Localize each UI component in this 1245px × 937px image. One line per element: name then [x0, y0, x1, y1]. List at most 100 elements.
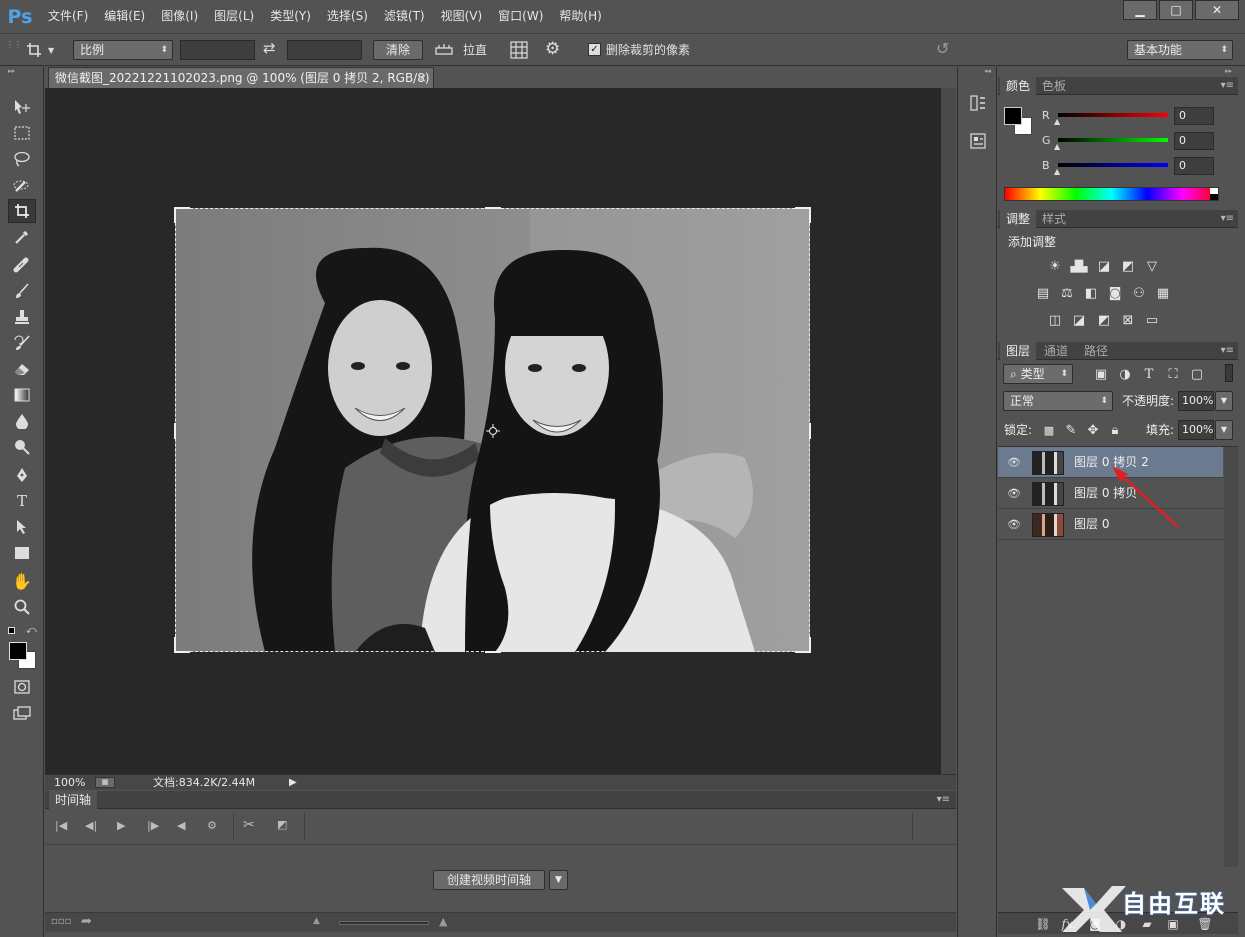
- crop-handle-bottom-right[interactable]: [795, 637, 811, 653]
- filter-smart-object-icon[interactable]: ▢: [1188, 366, 1206, 382]
- blue-track[interactable]: [1058, 163, 1168, 167]
- timeline-dropdown-icon[interactable]: ▼: [549, 870, 568, 890]
- hand-tool-icon[interactable]: ✋: [8, 569, 36, 593]
- red-knob-icon[interactable]: ▲: [1054, 117, 1060, 126]
- foreground-color-swatch[interactable]: [9, 642, 27, 660]
- zoom-out-timeline-icon[interactable]: ▲: [313, 916, 320, 926]
- crop-handle-left[interactable]: [174, 423, 176, 439]
- quick-mask-icon[interactable]: [8, 675, 36, 699]
- zoom-tool-icon[interactable]: [8, 595, 36, 619]
- fill-input[interactable]: 100%: [1178, 420, 1214, 440]
- filter-adjustment-icon[interactable]: ◑: [1116, 366, 1134, 382]
- crop-box[interactable]: [174, 207, 811, 653]
- menu-item-2[interactable]: 图像(I): [153, 0, 206, 33]
- swap-colors-icon[interactable]: ⤺: [26, 625, 37, 636]
- menu-item-0[interactable]: 文件(F): [40, 0, 96, 33]
- fill-dropdown-icon[interactable]: ▼: [1215, 420, 1233, 440]
- pen-tool-icon[interactable]: [8, 463, 36, 487]
- lock-image-icon[interactable]: ✎: [1062, 422, 1080, 438]
- panel-menu-icon[interactable]: ▾≡: [1221, 210, 1234, 228]
- lock-all-icon[interactable]: 🔒︎: [1106, 422, 1124, 438]
- panel-menu-icon[interactable]: ▾≡: [1221, 342, 1234, 360]
- panel-collapse-icon[interactable]: ▸▸: [1225, 67, 1232, 75]
- menu-item-1[interactable]: 编辑(E): [96, 0, 153, 33]
- frame-mode-icon[interactable]: ▫▫▫: [51, 916, 71, 927]
- brightness-icon[interactable]: ☀: [1046, 258, 1064, 274]
- audio-icon[interactable]: ◀: [177, 819, 185, 832]
- rectangle-tool-icon[interactable]: [8, 541, 36, 565]
- healing-brush-tool-icon[interactable]: [8, 253, 36, 277]
- transition-icon[interactable]: ◩: [277, 818, 287, 831]
- gradient-tool-icon[interactable]: [8, 383, 36, 407]
- close-button[interactable]: ✕: [1195, 0, 1239, 20]
- document-tab[interactable]: 微信截图_20221221102023.png @ 100% (图层 0 拷贝 …: [48, 67, 434, 105]
- color-spectrum[interactable]: [1004, 187, 1219, 201]
- vertical-scrollbar[interactable]: [941, 88, 956, 774]
- zoom-level[interactable]: 100%: [54, 775, 85, 790]
- menu-item-8[interactable]: 窗口(W): [490, 0, 551, 33]
- panel-color-swatches[interactable]: [1004, 107, 1034, 137]
- color-lookup-icon[interactable]: ▦: [1154, 285, 1172, 301]
- crop-handle-bottom-left[interactable]: [174, 637, 190, 653]
- swap-icon[interactable]: ⇄: [263, 39, 276, 57]
- render-icon[interactable]: ➦: [81, 914, 92, 929]
- link-layers-icon[interactable]: ⛓: [1034, 915, 1052, 933]
- crop-handle-top[interactable]: [485, 207, 501, 209]
- default-colors-swap[interactable]: ⤺: [6, 625, 42, 639]
- tab-paths[interactable]: 路径: [1078, 342, 1114, 360]
- opacity-input[interactable]: 100%: [1178, 391, 1214, 411]
- channel-mixer-icon[interactable]: ⚇: [1130, 285, 1148, 301]
- color-balance-icon[interactable]: ⚖: [1058, 285, 1076, 301]
- crop-handle-bottom[interactable]: [485, 651, 501, 653]
- straighten-icon[interactable]: [435, 41, 453, 60]
- blue-value-input[interactable]: 0: [1174, 157, 1214, 175]
- history-brush-tool-icon[interactable]: [8, 331, 36, 355]
- filter-shape-icon[interactable]: ⛶: [1164, 366, 1182, 382]
- eyedropper-tool-icon[interactable]: [8, 225, 36, 249]
- prev-frame-icon[interactable]: ◀|: [85, 819, 97, 832]
- clear-button[interactable]: 清除: [373, 40, 423, 60]
- status-menu-arrow-icon[interactable]: ▶: [289, 775, 297, 790]
- maximize-button[interactable]: □: [1159, 0, 1193, 20]
- panel-foreground-swatch[interactable]: [1004, 107, 1022, 125]
- crop-height-input[interactable]: [287, 40, 362, 60]
- visibility-eye-icon[interactable]: 👁︎: [1006, 454, 1022, 470]
- next-frame-icon[interactable]: |▶: [147, 819, 159, 832]
- vibrance-icon[interactable]: ▽: [1143, 258, 1161, 274]
- blur-tool-icon[interactable]: [8, 409, 36, 433]
- gear-icon[interactable]: ⚙: [545, 39, 560, 59]
- menu-item-6[interactable]: 滤镜(T): [376, 0, 433, 33]
- eraser-tool-icon[interactable]: [8, 357, 36, 381]
- filter-pixel-icon[interactable]: ▣: [1092, 366, 1110, 382]
- posterize-icon[interactable]: ◪: [1070, 312, 1088, 328]
- exposure-icon[interactable]: ◩: [1119, 258, 1137, 274]
- blend-mode-select[interactable]: 正常 ⬍: [1003, 391, 1113, 411]
- screen-mode-icon[interactable]: [8, 701, 36, 725]
- menu-item-7[interactable]: 视图(V): [433, 0, 491, 33]
- create-video-timeline-button[interactable]: 创建视频时间轴: [433, 870, 545, 890]
- tab-styles[interactable]: 样式: [1036, 210, 1072, 228]
- play-icon[interactable]: ▶: [117, 819, 125, 832]
- crop-width-input[interactable]: [180, 40, 255, 60]
- spectrum-bw[interactable]: [1210, 188, 1218, 200]
- tab-adjustments[interactable]: 调整: [1000, 210, 1037, 228]
- threshold-icon[interactable]: ◩: [1095, 312, 1113, 328]
- menu-item-5[interactable]: 选择(S): [319, 0, 376, 33]
- strip-expand-icon[interactable]: ◂◂: [984, 67, 991, 75]
- lock-transparent-icon[interactable]: ▩: [1040, 422, 1058, 438]
- layer-filter-select[interactable]: ⌕ 类型 ⬍: [1003, 364, 1073, 384]
- layers-scrollbar[interactable]: [1224, 447, 1238, 867]
- reset-icon[interactable]: ↺: [936, 39, 949, 58]
- properties-panel-icon[interactable]: [966, 129, 990, 153]
- path-selection-tool-icon[interactable]: [8, 515, 36, 539]
- curves-icon[interactable]: ◪: [1095, 258, 1113, 274]
- green-knob-icon[interactable]: ▲: [1054, 142, 1060, 151]
- close-document-icon[interactable]: ×: [417, 68, 427, 88]
- menu-item-9[interactable]: 帮助(H): [551, 0, 609, 33]
- quick-selection-tool-icon[interactable]: [8, 173, 36, 197]
- tab-layers[interactable]: 图层: [1000, 342, 1037, 360]
- clone-stamp-tool-icon[interactable]: [8, 305, 36, 329]
- workspace-select[interactable]: 基本功能 ⬍: [1127, 40, 1233, 60]
- default-colors-icon[interactable]: [8, 627, 15, 634]
- menu-item-3[interactable]: 图层(L): [206, 0, 262, 33]
